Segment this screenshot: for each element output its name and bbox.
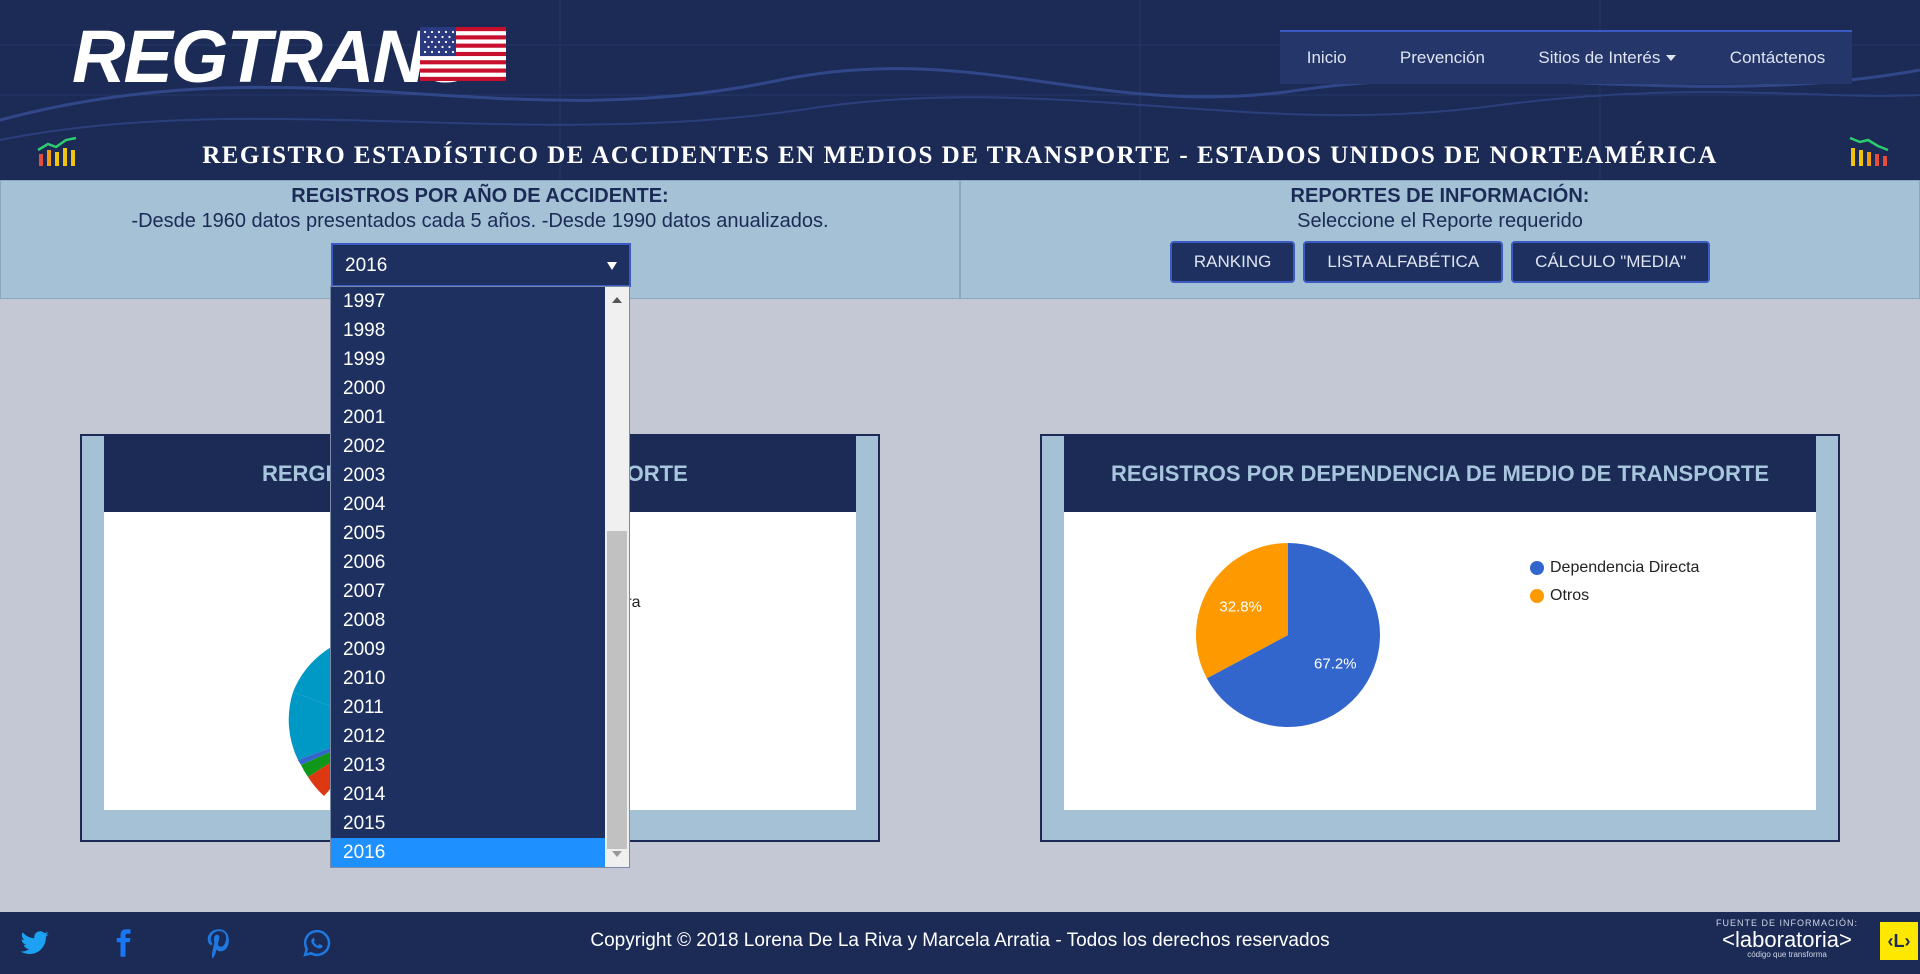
report-buttons: RANKING LISTA ALFABÉTICA CÁLCULO "MEDIA"	[961, 241, 1919, 283]
laboratoria-logo: <laboratoria>	[1722, 927, 1852, 952]
year-option[interactable]: 2009	[331, 635, 605, 664]
legend-item-dependencia-directa[interactable]: Dependencia Directa	[1530, 554, 1699, 582]
nav-contactenos-label: Contáctenos	[1729, 48, 1826, 67]
year-option[interactable]: 2011	[331, 693, 605, 722]
caret-down-icon	[1666, 55, 1677, 61]
year-option[interactable]: 1998	[331, 316, 605, 345]
dependency-legend: Dependencia Directa Otros	[1530, 554, 1699, 610]
us-flag-icon	[420, 27, 506, 81]
year-select-value: 2016	[345, 255, 388, 276]
site-footer: Copyright © 2018 Lorena De La Riva y Mar…	[0, 912, 1920, 974]
scroll-up-icon[interactable]	[612, 297, 622, 303]
year-panel-subtitle: -Desde 1960 datos presentados cada 5 año…	[131, 210, 829, 232]
year-dropdown-list: 1997 1998 1999 2000 2001 2002 2003 2004 2005 2006…	[330, 286, 630, 868]
pie-slice-label: 67.2%	[1314, 655, 1357, 672]
year-option[interactable]: 2006	[331, 548, 605, 577]
legend-label-otros: Otros	[1550, 587, 1590, 604]
ranking-button[interactable]: RANKING	[1169, 241, 1296, 283]
year-options: 1997 1998 1999 2000 2001 2002 2003 2004 2005 2006…	[331, 287, 605, 867]
year-option[interactable]: 2015	[331, 809, 605, 838]
year-option[interactable]: 2010	[331, 664, 605, 693]
transport-slice-label: 31	[312, 627, 329, 644]
site-logo[interactable]: REGTRANS	[72, 14, 473, 99]
chart-decline-icon	[1849, 136, 1889, 166]
year-option[interactable]: 2004	[331, 490, 605, 519]
year-select[interactable]: 2016	[331, 243, 631, 287]
scrollbar-thumb[interactable]	[607, 531, 627, 849]
legend-item-otros[interactable]: Otros	[1530, 582, 1699, 610]
year-option[interactable]: 2012	[331, 722, 605, 751]
year-option[interactable]: 1997	[331, 287, 605, 316]
dependency-pie-chart: 67.2% 32.8%	[1196, 543, 1380, 727]
main-nav: Inicio Prevención Sitios de Interés Cont…	[1280, 30, 1852, 84]
year-option[interactable]: 2008	[331, 606, 605, 635]
laboratoria-badge-icon[interactable]: ‹L›	[1880, 922, 1918, 960]
year-panel-title: REGISTROS POR AÑO DE ACCIDENTE:	[291, 185, 669, 207]
select-arrow-icon	[607, 262, 617, 270]
nav-prevencion-label: Prevención	[1399, 48, 1485, 67]
nav-sitios-interes-label: Sitios de Interés	[1538, 48, 1661, 67]
nav-prevencion[interactable]: Prevención	[1400, 48, 1485, 68]
year-option[interactable]: 2013	[331, 751, 605, 780]
alphabetic-list-button[interactable]: LISTA ALFABÉTICA	[1303, 241, 1504, 283]
nav-contactenos[interactable]: Contáctenos	[1730, 48, 1825, 68]
year-option[interactable]: 2005	[331, 519, 605, 548]
dependency-chart-body: 67.2% 32.8% Dependencia Directa Otros	[1064, 512, 1816, 810]
year-option[interactable]: 2016	[331, 838, 605, 867]
nav-inicio-label: Inicio	[1306, 48, 1347, 67]
legend-dot-blue	[1530, 561, 1544, 575]
year-option[interactable]: 2007	[331, 577, 605, 606]
legend-dot-orange	[1530, 589, 1544, 603]
year-option[interactable]: 2014	[331, 780, 605, 809]
reports-panel-title: REPORTES DE INFORMACIÓN:	[1290, 185, 1590, 207]
banner-title: Registro estadístico de accidentes en me…	[202, 142, 1718, 169]
mean-calc-button[interactable]: CÁLCULO "MEDIA"	[1511, 241, 1711, 283]
year-option[interactable]: 2001	[331, 403, 605, 432]
dependency-chart-title: REGISTROS POR DEPENDENCIA DE MEDIO DE TR…	[1064, 436, 1816, 512]
dependency-chart-card: REGISTROS POR DEPENDENCIA DE MEDIO DE TR…	[1040, 434, 1840, 842]
source-credit[interactable]: FUENTE DE INFORMACIÓN: <laboratoria> cód…	[1716, 918, 1858, 959]
legend-label-dependencia-directa: Dependencia Directa	[1550, 559, 1700, 576]
site-header: REGTRANS Inicio Prevención Sitios de Int…	[0, 0, 1920, 180]
scroll-down-icon[interactable]	[612, 851, 622, 857]
year-option[interactable]: 2002	[331, 432, 605, 461]
reports-panel: REPORTES DE INFORMACIÓN: Seleccione el R…	[960, 180, 1920, 299]
year-filter-panel: REGISTROS POR AÑO DE ACCIDENTE: -Desde 1…	[0, 180, 960, 299]
reports-panel-subtitle: Seleccione el Reporte requerido	[1297, 210, 1583, 232]
nav-sitios-interes[interactable]: Sitios de Interés	[1538, 48, 1677, 68]
year-option[interactable]: 2003	[331, 461, 605, 490]
banner-title-band: Registro estadístico de accidentes en me…	[0, 136, 1920, 176]
dropdown-scrollbar[interactable]	[605, 287, 629, 867]
year-option[interactable]: 1999	[331, 345, 605, 374]
pie-slice-label: 32.8%	[1219, 599, 1262, 616]
nav-inicio[interactable]: Inicio	[1307, 48, 1347, 68]
year-option[interactable]: 2000	[331, 374, 605, 403]
copyright-text: Copyright © 2018 Lorena De La Riva y Mar…	[590, 930, 1330, 951]
